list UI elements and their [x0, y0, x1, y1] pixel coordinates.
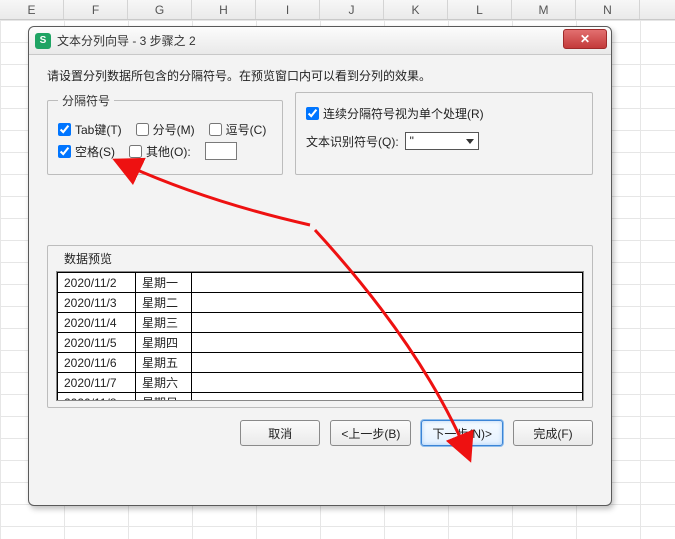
back-button[interactable]: <上一步(B): [330, 420, 411, 446]
checkbox-tab-input[interactable]: [58, 123, 71, 136]
table-row: 2020/11/4星期三: [58, 313, 583, 333]
checkbox-space-label: 空格(S): [75, 143, 115, 160]
finish-button[interactable]: 完成(F): [513, 420, 593, 446]
preview-date-cell: 2020/11/3: [58, 293, 136, 313]
preview-empty-cell: [192, 353, 583, 373]
data-preview-group: 数据预览 2020/11/2星期一 2020/11/3星期二 2020/11/4…: [47, 245, 593, 408]
preview-empty-cell: [192, 393, 583, 402]
table-row: 2020/11/8星期日: [58, 393, 583, 402]
preview-day-cell: 星期一: [136, 273, 192, 293]
column-header[interactable]: J: [320, 0, 384, 19]
data-preview-legend: 数据预览: [60, 250, 116, 267]
checkbox-comma-input[interactable]: [209, 123, 222, 136]
checkbox-other-input[interactable]: [129, 145, 142, 158]
text-qualifier-value: ": [410, 134, 466, 148]
preview-empty-cell: [192, 373, 583, 393]
preview-day-cell: 星期五: [136, 353, 192, 373]
table-row: 2020/11/3星期二: [58, 293, 583, 313]
close-icon: ✕: [580, 32, 590, 46]
checkbox-comma[interactable]: 逗号(C): [209, 121, 267, 138]
preview-empty-cell: [192, 273, 583, 293]
checkbox-consecutive-label: 连续分隔符号视为单个处理(R): [323, 105, 484, 122]
dialog-title: 文本分列向导 - 3 步骤之 2: [57, 32, 196, 49]
cancel-button[interactable]: 取消: [240, 420, 320, 446]
checkbox-semicolon[interactable]: 分号(M): [136, 121, 195, 138]
column-header[interactable]: K: [384, 0, 448, 19]
preview-date-cell: 2020/11/2: [58, 273, 136, 293]
options-group: 连续分隔符号视为单个处理(R) 文本识别符号(Q): ": [295, 92, 593, 175]
checkbox-consecutive-input[interactable]: [306, 107, 319, 120]
text-qualifier-label: 文本识别符号(Q):: [306, 133, 399, 150]
dialog-titlebar: S 文本分列向导 - 3 步骤之 2 ✕: [29, 27, 611, 55]
preview-date-cell: 2020/11/4: [58, 313, 136, 333]
checkbox-semicolon-label: 分号(M): [153, 121, 195, 138]
column-header[interactable]: M: [512, 0, 576, 19]
column-header[interactable]: L: [448, 0, 512, 19]
close-button[interactable]: ✕: [563, 29, 607, 49]
app-icon: S: [35, 33, 51, 49]
preview-date-cell: 2020/11/5: [58, 333, 136, 353]
column-headers: EFGHIJKLMN: [0, 0, 675, 20]
table-row: 2020/11/6星期五: [58, 353, 583, 373]
preview-empty-cell: [192, 333, 583, 353]
table-row: 2020/11/2星期一: [58, 273, 583, 293]
text-qualifier-combobox[interactable]: ": [405, 132, 479, 150]
column-header[interactable]: F: [64, 0, 128, 19]
checkbox-space-input[interactable]: [58, 145, 71, 158]
text-to-columns-dialog: S 文本分列向导 - 3 步骤之 2 ✕ 请设置分列数据所包含的分隔符号。在预览…: [28, 26, 612, 506]
preview-day-cell: 星期四: [136, 333, 192, 353]
instruction-text: 请设置分列数据所包含的分隔符号。在预览窗口内可以看到分列的效果。: [47, 67, 593, 84]
checkbox-comma-label: 逗号(C): [226, 121, 267, 138]
checkbox-space[interactable]: 空格(S): [58, 143, 115, 160]
column-header[interactable]: H: [192, 0, 256, 19]
column-header[interactable]: E: [0, 0, 64, 19]
preview-day-cell: 星期六: [136, 373, 192, 393]
delimiter-legend: 分隔符号: [58, 92, 114, 109]
column-header[interactable]: I: [256, 0, 320, 19]
data-preview-box: 2020/11/2星期一 2020/11/3星期二 2020/11/4星期三 2…: [56, 271, 584, 401]
chevron-down-icon: [466, 139, 474, 144]
data-preview-table: 2020/11/2星期一 2020/11/3星期二 2020/11/4星期三 2…: [57, 272, 583, 401]
preview-day-cell: 星期三: [136, 313, 192, 333]
checkbox-consecutive[interactable]: 连续分隔符号视为单个处理(R): [306, 105, 484, 122]
checkbox-semicolon-input[interactable]: [136, 123, 149, 136]
table-row: 2020/11/5星期四: [58, 333, 583, 353]
delimiter-group: 分隔符号 Tab键(T) 分号(M) 逗号(C): [47, 92, 283, 175]
preview-date-cell: 2020/11/6: [58, 353, 136, 373]
preview-empty-cell: [192, 313, 583, 333]
table-row: 2020/11/7星期六: [58, 373, 583, 393]
checkbox-tab-label: Tab键(T): [75, 121, 122, 138]
checkbox-other[interactable]: 其他(O):: [129, 143, 191, 160]
preview-day-cell: 星期日: [136, 393, 192, 402]
column-header[interactable]: G: [128, 0, 192, 19]
preview-day-cell: 星期二: [136, 293, 192, 313]
preview-empty-cell: [192, 293, 583, 313]
preview-date-cell: 2020/11/8: [58, 393, 136, 402]
preview-date-cell: 2020/11/7: [58, 373, 136, 393]
next-button[interactable]: 下一步(N)>: [421, 420, 503, 446]
other-delimiter-input[interactable]: [205, 142, 237, 160]
column-header[interactable]: N: [576, 0, 640, 19]
checkbox-other-label: 其他(O):: [146, 143, 191, 160]
checkbox-tab[interactable]: Tab键(T): [58, 121, 122, 138]
dialog-button-row: 取消 <上一步(B) 下一步(N)> 完成(F): [47, 420, 593, 446]
